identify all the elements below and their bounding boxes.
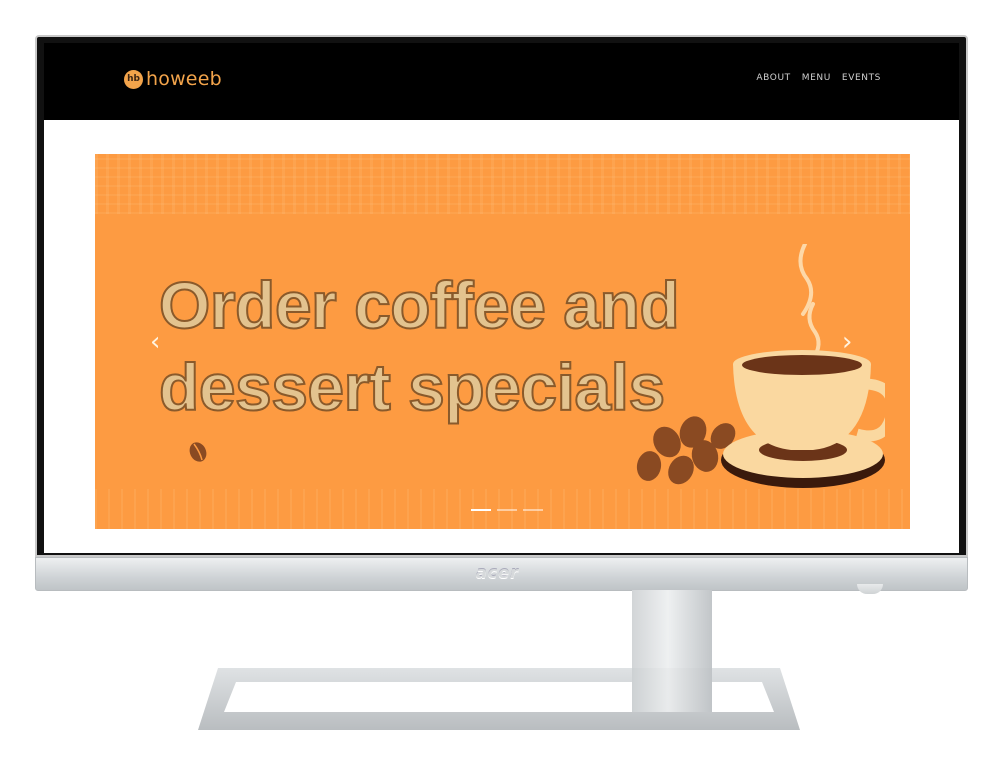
- chevron-left-icon[interactable]: ‹: [150, 329, 160, 355]
- nav-item-menu[interactable]: MENU: [802, 73, 831, 83]
- headline-line-2: dessert specials: [158, 349, 666, 425]
- base-neck-joint: [632, 668, 712, 712]
- monitor: hb howeeb ABOUT MENU EVENTS Order coffee…: [35, 35, 968, 594]
- carousel-indicators: [471, 509, 543, 511]
- carousel-dot[interactable]: [523, 509, 543, 511]
- logo-text: howeeb: [146, 68, 222, 90]
- monitor-bezel: hb howeeb ABOUT MENU EVENTS Order coffee…: [35, 35, 968, 557]
- screen: hb howeeb ABOUT MENU EVENTS Order coffee…: [44, 43, 959, 553]
- logo-mark-icon: hb: [124, 69, 143, 89]
- monitor-base: [198, 668, 800, 730]
- hero-headline: Order coffee and dessert specials: [158, 264, 681, 428]
- site-logo[interactable]: hb howeeb: [124, 68, 222, 90]
- nav-item-about[interactable]: ABOUT: [756, 73, 790, 83]
- main-nav: ABOUT MENU EVENTS: [756, 73, 881, 83]
- power-button: [857, 584, 883, 594]
- site-header: hb howeeb ABOUT MENU EVENTS: [44, 43, 959, 120]
- coffee-bean-icon: [189, 442, 207, 462]
- nav-item-events[interactable]: EVENTS: [842, 73, 881, 83]
- monitor-chin: acer: [35, 557, 968, 594]
- hero-carousel: Order coffee and dessert specials ‹ ›: [95, 154, 910, 529]
- grunge-texture: [95, 154, 910, 214]
- carousel-dot[interactable]: [471, 509, 491, 511]
- carousel-dot[interactable]: [497, 509, 517, 511]
- headline-line-1: Order coffee and: [158, 267, 681, 343]
- coffee-cup-icon: [636, 244, 885, 488]
- brand-logo: acer: [476, 563, 520, 582]
